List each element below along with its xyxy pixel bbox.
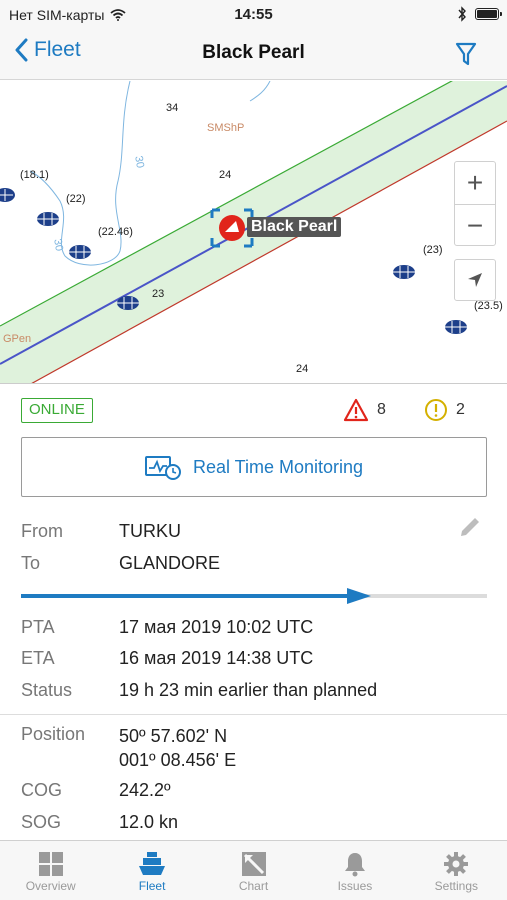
depth-label: 24	[296, 363, 309, 375]
sog-label: SOG	[21, 812, 62, 832]
tab-bar: Overview Fleet Chart Issues Settings	[0, 840, 507, 900]
rtm-label: Real Time Monitoring	[192, 456, 364, 477]
tab-chart-label: Chart	[238, 879, 269, 893]
contour-label: 30	[51, 237, 66, 253]
tab-chart[interactable]: Chart	[203, 841, 304, 900]
depth-label: 23	[152, 288, 165, 300]
filter-button[interactable]	[455, 41, 477, 72]
from-label: From	[21, 521, 63, 541]
buoy-marker	[393, 265, 415, 279]
zoom-controls: + −	[454, 161, 496, 246]
real-time-monitoring-button[interactable]: Real Time Monitoring	[21, 437, 487, 497]
filter-icon	[455, 42, 477, 66]
buoy-marker	[117, 296, 139, 310]
eta-label: ETA	[21, 648, 55, 668]
depth-label: (22.46)	[98, 226, 133, 238]
warning-count: 2	[456, 401, 465, 418]
alarm-indicator[interactable]: 8	[343, 398, 386, 422]
place-label: SMShP	[207, 122, 245, 134]
edit-voyage-button[interactable]	[458, 515, 482, 544]
battery-icon	[475, 8, 502, 20]
buoy-marker	[445, 320, 467, 334]
depth-label: (22)	[66, 193, 86, 205]
pta-row: PTA 17 мая 2019 10:02 UTC	[21, 617, 313, 638]
chart-icon	[241, 852, 266, 876]
gear-icon	[444, 852, 469, 876]
online-badge: ONLINE	[21, 398, 93, 423]
cog-label: COG	[21, 780, 63, 800]
tab-fleet[interactable]: Fleet	[101, 841, 202, 900]
clock: 14:55	[234, 6, 273, 23]
locate-button[interactable]	[454, 259, 496, 301]
section-divider	[0, 714, 507, 715]
page-title: Black Pearl	[202, 42, 305, 63]
pta-label: PTA	[21, 617, 55, 637]
to-value: GLANDORE	[119, 553, 221, 573]
latitude-value: 50º 57.602' N	[119, 726, 228, 746]
depth-label: (18.1)	[20, 169, 49, 181]
tab-overview[interactable]: Overview	[0, 841, 101, 900]
bell-icon	[344, 853, 365, 877]
map-view[interactable]: 34 24 (18.1) (22) (22.46) 23 (23) (23.5)…	[0, 81, 507, 384]
tab-settings-label: Settings	[434, 879, 478, 893]
buoy-marker	[69, 245, 91, 259]
tab-settings[interactable]: Settings	[406, 841, 507, 900]
location-arrow-icon	[468, 273, 482, 287]
position-value: 50º 57.602' N 001º 08.456' E	[119, 724, 236, 772]
ship-icon	[139, 852, 166, 875]
position-label: Position	[21, 724, 86, 744]
tab-fleet-label: Fleet	[138, 879, 166, 893]
tab-issues-label: Issues	[337, 879, 373, 893]
pta-value: 17 мая 2019 10:02 UTC	[119, 617, 314, 637]
navigation-bar: Fleet Black Pearl	[0, 30, 507, 80]
zoom-out-button[interactable]: −	[455, 204, 495, 246]
status-row: Status 19 h 23 min earlier than planned	[21, 680, 377, 701]
depth-label: 34	[166, 102, 179, 114]
status-value: 19 h 23 min earlier than planned	[119, 680, 378, 700]
place-label: GPen	[3, 333, 32, 345]
tab-issues[interactable]: Issues	[304, 841, 405, 900]
vessel-label: Black Pearl	[247, 217, 342, 237]
voyage-progress-bar	[21, 588, 487, 604]
grid-icon	[38, 852, 63, 876]
bluetooth-icon	[458, 6, 466, 22]
sog-value: 12.0 kn	[119, 812, 179, 832]
cog-row: COG 242.2º	[21, 780, 171, 801]
buoy-marker	[37, 212, 59, 226]
eta-row: ETA 16 мая 2019 14:38 UTC	[21, 648, 313, 669]
depth-label: (23)	[423, 244, 443, 256]
depth-label: 24	[219, 169, 232, 181]
alarm-triangle-icon	[343, 398, 369, 422]
position-row: Position 50º 57.602' N 001º 08.456' E	[21, 724, 236, 772]
depth-label: (23.5)	[474, 300, 503, 312]
pencil-icon	[461, 518, 479, 536]
to-row: To GLANDORE	[21, 553, 220, 574]
warning-circle-icon	[425, 399, 447, 421]
tab-overview-label: Overview	[25, 879, 76, 893]
contour-label: 30	[132, 154, 147, 170]
longitude-value: 001º 08.456' E	[119, 750, 237, 770]
sog-row: SOG 12.0 kn	[21, 812, 178, 833]
from-value: TURKU	[119, 521, 181, 541]
buoy-marker	[0, 188, 15, 202]
status-bar: Нет SIM-карты 14:55	[0, 0, 507, 30]
cog-value: 242.2º	[119, 780, 171, 800]
monitoring-icon	[144, 456, 181, 480]
depth-contour-2	[249, 81, 271, 102]
eta-value: 16 мая 2019 14:38 UTC	[119, 648, 314, 668]
alarm-count: 8	[377, 401, 386, 418]
warning-indicator[interactable]: 2	[424, 398, 465, 422]
status-label: Status	[21, 680, 73, 700]
progress-fill	[21, 594, 351, 598]
zoom-in-button[interactable]: +	[455, 162, 495, 204]
from-row: From TURKU	[21, 521, 181, 542]
to-label: To	[21, 553, 41, 573]
progress-arrow-icon	[347, 588, 371, 604]
